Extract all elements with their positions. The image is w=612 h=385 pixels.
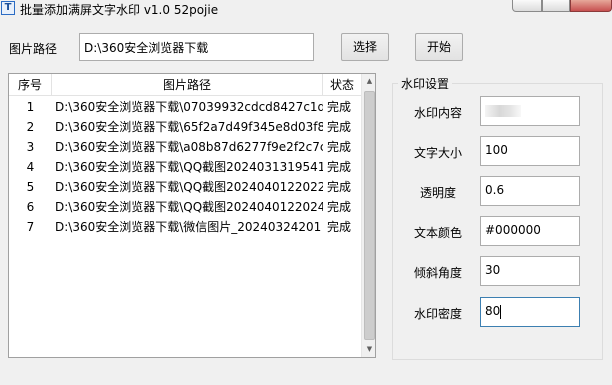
watermark-content-label: 水印内容 xyxy=(413,106,462,120)
window-controls xyxy=(512,0,612,12)
row-path: D:\360安全浏览器下载\a08b87d6277f9e2f2c7c xyxy=(55,140,323,154)
file-list[interactable]: 序号 图片路径 状态 1 D:\360安全浏览器下载\07039932cdcd8… xyxy=(8,73,376,358)
maximize-button[interactable] xyxy=(542,0,570,12)
row-number: 3 xyxy=(26,140,35,154)
title-bar: T 批量添加满屏文字水印 v1.0 52pojie xyxy=(0,0,612,22)
scroll-down-icon[interactable]: ▼ xyxy=(362,342,375,357)
row-status: 完成 xyxy=(327,200,352,214)
density-input[interactable]: 80 xyxy=(480,297,580,327)
row-number: 4 xyxy=(26,160,35,174)
row-path: D:\360安全浏览器下载\QQ截图2024040122024 xyxy=(55,200,323,214)
row-number: 2 xyxy=(26,120,35,134)
row-path: D:\360安全浏览器下载\微信图片_20240324201 xyxy=(55,220,322,234)
list-item[interactable]: 6 D:\360安全浏览器下载\QQ截图2024040122024 完成 xyxy=(9,197,361,217)
list-item[interactable]: 7 D:\360安全浏览器下载\微信图片_20240324201 完成 xyxy=(9,217,361,237)
minimize-button[interactable] xyxy=(512,0,542,12)
font-size-label: 文字大小 xyxy=(413,146,462,160)
scroll-up-icon[interactable]: ▲ xyxy=(362,74,375,89)
row-path: D:\360安全浏览器下载\07039932cdcd8427c1d xyxy=(55,100,323,114)
row-status: 完成 xyxy=(327,140,352,154)
list-item[interactable]: 5 D:\360安全浏览器下载\QQ截图2024040122022 完成 xyxy=(9,177,361,197)
row-status: 完成 xyxy=(327,160,352,174)
column-header-status[interactable]: 状态 xyxy=(323,74,361,96)
density-value: 80 xyxy=(485,304,501,318)
redacted-content xyxy=(485,105,521,117)
row-number: 5 xyxy=(26,180,35,194)
row-number: 6 xyxy=(26,200,35,214)
font-size-input[interactable]: 100 xyxy=(480,136,580,166)
row-number: 1 xyxy=(26,100,35,114)
row-path: D:\360安全浏览器下载\65f2a7d49f345e8d03f8 xyxy=(55,120,323,134)
column-header-number[interactable]: 序号 xyxy=(9,74,52,96)
app-icon: T xyxy=(1,1,15,15)
tilt-angle-label: 倾斜角度 xyxy=(413,266,462,280)
watermark-content-input[interactable] xyxy=(480,96,580,126)
path-label: 图片路径 xyxy=(9,42,58,56)
row-status: 完成 xyxy=(327,100,352,114)
list-item[interactable]: 4 D:\360安全浏览器下载\QQ截图2024031319541 完成 xyxy=(9,157,361,177)
list-item[interactable]: 3 D:\360安全浏览器下载\a08b87d6277f9e2f2c7c 完成 xyxy=(9,137,361,157)
row-status: 完成 xyxy=(327,220,352,234)
opacity-input[interactable]: 0.6 xyxy=(480,176,580,206)
watermark-settings-title: 水印设置 xyxy=(398,75,453,92)
opacity-label: 透明度 xyxy=(419,186,456,200)
column-header-path[interactable]: 图片路径 xyxy=(52,74,323,96)
row-number: 7 xyxy=(26,220,35,234)
list-item[interactable]: 2 D:\360安全浏览器下载\65f2a7d49f345e8d03f8 完成 xyxy=(9,117,361,137)
text-caret xyxy=(500,304,502,319)
close-button[interactable] xyxy=(570,0,612,12)
path-input[interactable]: D:\360安全浏览器下载 xyxy=(79,33,314,61)
list-header: 序号 图片路径 状态 xyxy=(9,74,361,96)
list-item[interactable]: 1 D:\360安全浏览器下载\07039932cdcd8427c1d 完成 xyxy=(9,97,361,117)
text-color-input[interactable]: #000000 xyxy=(480,216,580,246)
select-button[interactable]: 选择 xyxy=(341,33,389,61)
density-label: 水印密度 xyxy=(413,307,462,321)
row-status: 完成 xyxy=(327,180,352,194)
row-status: 完成 xyxy=(327,120,352,134)
tilt-angle-input[interactable]: 30 xyxy=(480,256,580,286)
scroll-thumb[interactable] xyxy=(364,91,375,340)
list-scrollbar[interactable]: ▲ ▼ xyxy=(361,74,375,357)
window-title: 批量添加满屏文字水印 v1.0 52pojie xyxy=(20,3,219,17)
start-button[interactable]: 开始 xyxy=(415,33,463,61)
row-path: D:\360安全浏览器下载\QQ截图2024040122022 xyxy=(55,180,323,194)
row-path: D:\360安全浏览器下载\QQ截图2024031319541 xyxy=(55,160,323,174)
text-color-label: 文本颜色 xyxy=(413,226,462,240)
